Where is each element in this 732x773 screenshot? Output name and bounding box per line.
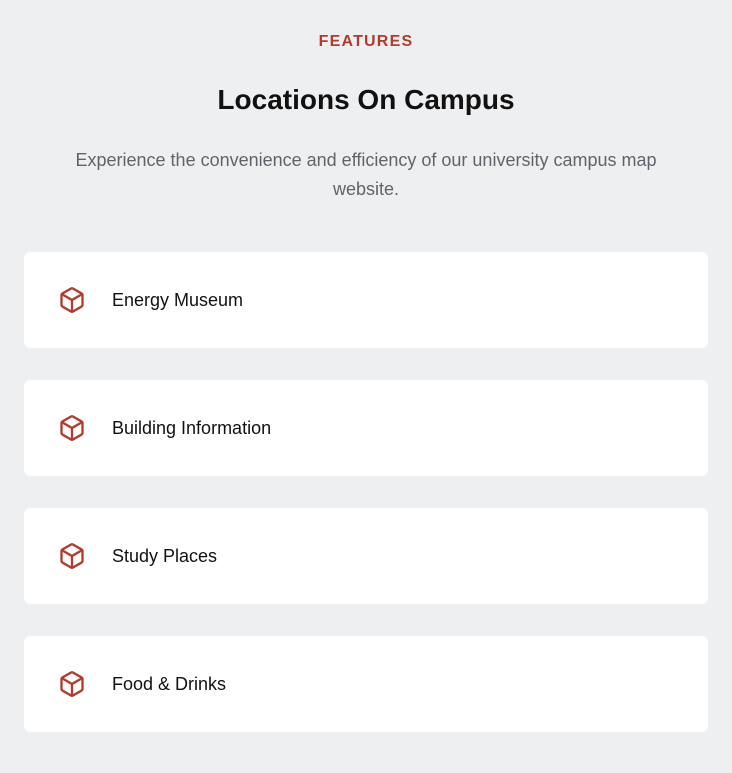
features-section: FEATURES Locations On Campus Experience … [0, 0, 732, 773]
section-title: Locations On Campus [217, 84, 515, 115]
cube-icon [57, 668, 87, 700]
location-card-food-drinks[interactable]: Food & Drinks [24, 636, 708, 732]
section-eyebrow: FEATURES [318, 33, 414, 50]
cube-icon [57, 412, 87, 444]
section-subtitle: Experience the convenience and efficienc… [75, 150, 657, 199]
cube-icon [57, 284, 87, 316]
location-list: Energy Museum Building Information Study… [24, 252, 708, 732]
location-card-label: Food & Drinks [112, 674, 227, 694]
location-card-building-information[interactable]: Building Information [24, 380, 708, 476]
location-card-energy-museum[interactable]: Energy Museum [24, 252, 708, 348]
location-card-label: Building Information [112, 418, 272, 438]
location-card-label: Energy Museum [112, 290, 244, 310]
location-card-study-places[interactable]: Study Places [24, 508, 708, 604]
location-card-label: Study Places [112, 546, 218, 566]
cube-icon [57, 540, 87, 572]
